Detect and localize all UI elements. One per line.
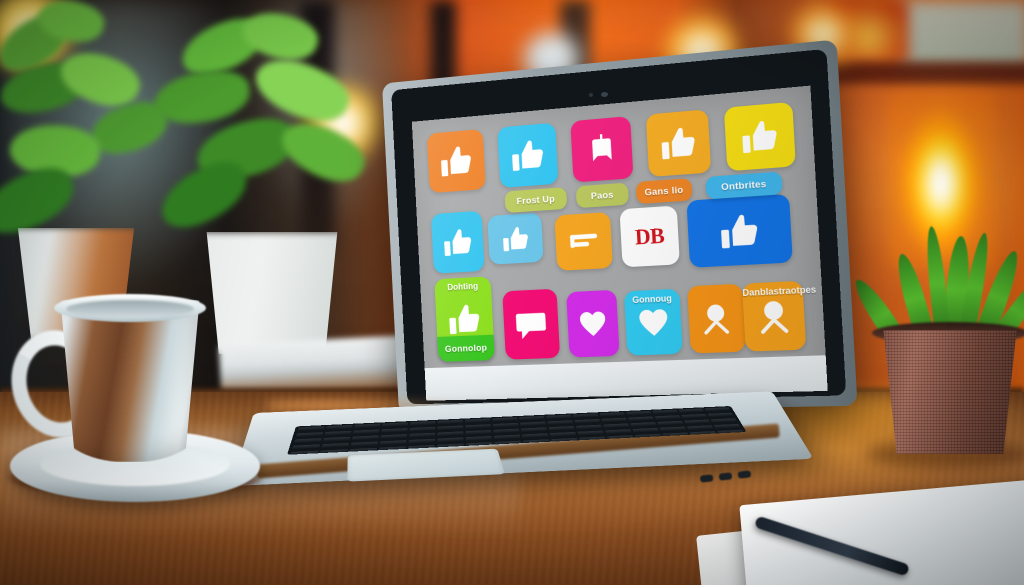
app-pill-p1[interactable]: Frost Up [504,187,568,213]
app-tile-t8[interactable] [554,211,613,271]
app-tile-grid[interactable]: DB Dohting Gonnoug Danblastraotpes Frost Up P… [426,101,817,362]
band-label: Gonnolop [444,342,488,355]
app-tile-t5[interactable] [723,101,796,172]
pill-label: Gans lio [644,184,684,199]
thumbs-up-icon [658,122,699,164]
thumbs-up-icon [441,225,474,260]
cup-interior [66,300,194,318]
laptop-screen[interactable]: DB Dohting Gonnoug Danblastraotpes Frost Up P… [411,85,828,401]
thumbs-up-icon [500,223,530,255]
thumbs-up-icon [739,115,781,158]
tile-label: Danblastraotpes [742,284,817,299]
background-shelf-panel [900,0,1024,70]
scene-root: DB Dohting Gonnoug Danblastraotpes Frost Up P… [0,0,1024,585]
app-tile-t4[interactable] [645,109,712,178]
app-tile-t2[interactable] [497,122,559,188]
thumbs-up-icon [438,141,475,181]
app-pill-p2[interactable]: Paos [575,182,630,209]
app-band-b1[interactable]: Gonnolop [437,334,495,362]
tile-label: Gonnoug [631,293,673,306]
app-tile-t14[interactable]: Gonnoug [623,288,683,356]
bookmark-icon [582,129,621,170]
app-tile-t9[interactable]: DB [619,205,680,268]
speech-bubble-icon [513,306,548,343]
app-tile-t10[interactable] [686,193,793,268]
app-tile-t6[interactable] [430,210,485,274]
heart-bubble-icon [635,304,671,340]
thumbs-up-icon [446,300,483,339]
pill-label: Paos [590,189,614,202]
pill-label: Frost Up [516,193,556,207]
thumbs-up-icon [717,209,761,254]
port [718,472,733,481]
person-icon [754,297,794,336]
plant-pot-texture [883,330,1017,454]
db-wordmark: DB [634,222,665,250]
app-pill-p3[interactable]: Gans lio [635,178,693,205]
port [737,470,752,479]
app-tile-t1[interactable] [426,128,486,194]
app-tile-t15[interactable] [687,283,746,354]
app-tile-t12[interactable] [502,288,561,360]
pill-label: Ontbrites [720,178,767,193]
app-tile-t3[interactable] [570,116,634,183]
person-icon [698,301,734,337]
app-tile-t7[interactable] [487,212,544,265]
thumbs-up-icon [509,135,547,176]
potted-plant-back-center-pot [206,232,338,354]
potted-plant-back-center-foliage [150,3,380,240]
port [699,474,714,483]
flag-icon [566,223,601,259]
app-tile-t16[interactable]: Danblastraotpes [741,280,817,352]
app-tile-t13[interactable] [566,289,620,358]
tile-label: Dohting [447,280,479,293]
coffee-cup [60,300,200,462]
heart-bubble-icon [576,307,609,340]
